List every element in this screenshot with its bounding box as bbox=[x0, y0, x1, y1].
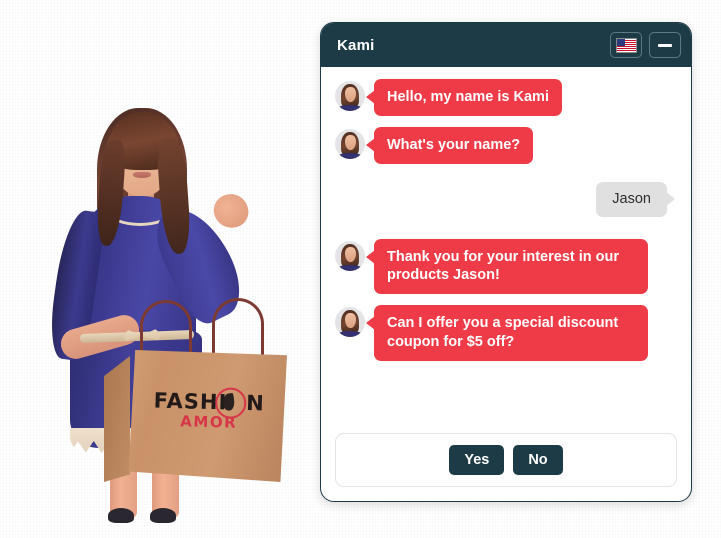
chat-widget: Kami Hello, my name is Kami What's your … bbox=[320, 22, 692, 502]
message-bubble-bot: Thank you for your interest in our produ… bbox=[366, 238, 648, 295]
message-row: Thank you for your interest in our produ… bbox=[335, 238, 677, 295]
minimize-button[interactable] bbox=[649, 32, 681, 58]
message-bubble-bot: Can I offer you a special discount coupo… bbox=[366, 305, 648, 361]
message-row: What's your name? bbox=[335, 126, 677, 164]
no-button[interactable]: No bbox=[513, 445, 563, 475]
message-row: Jason bbox=[335, 181, 677, 217]
shopping-bag-logo: FASHION AMOR bbox=[150, 387, 269, 432]
avatar bbox=[335, 307, 365, 338]
language-button[interactable] bbox=[610, 32, 642, 58]
character-shoe-right bbox=[150, 508, 176, 523]
shopping-bag-logo-wordmark: FASHION bbox=[153, 387, 266, 419]
us-flag-icon bbox=[615, 37, 637, 53]
shopping-bag-logo-text-end: N bbox=[245, 390, 266, 416]
message-row: Hello, my name is Kami bbox=[335, 79, 677, 116]
message-bubble-user: Jason bbox=[596, 181, 675, 217]
yes-button[interactable]: Yes bbox=[449, 445, 505, 475]
shopping-bag-side-panel bbox=[104, 356, 130, 482]
character-shoe-left bbox=[108, 508, 134, 523]
quick-reply-area: Yes No bbox=[335, 433, 677, 487]
chat-title: Kami bbox=[337, 36, 375, 54]
avatar bbox=[335, 81, 365, 111]
character-hand-right bbox=[209, 189, 253, 233]
message-bubble-bot: What's your name? bbox=[365, 126, 534, 164]
minimize-icon bbox=[658, 43, 672, 47]
character-mouth bbox=[133, 172, 151, 178]
virtual-assistant-character: FASHION AMOR bbox=[0, 0, 320, 538]
message-bubble-bot: Hello, my name is Kami bbox=[366, 79, 562, 116]
message-row: Can I offer you a special discount coupo… bbox=[335, 305, 677, 361]
avatar bbox=[335, 240, 365, 271]
avatar bbox=[335, 128, 365, 159]
shopping-bag-handle-right bbox=[212, 298, 264, 359]
chat-header: Kami bbox=[321, 23, 691, 67]
message-list[interactable]: Hello, my name is Kami What's your name?… bbox=[321, 67, 691, 421]
